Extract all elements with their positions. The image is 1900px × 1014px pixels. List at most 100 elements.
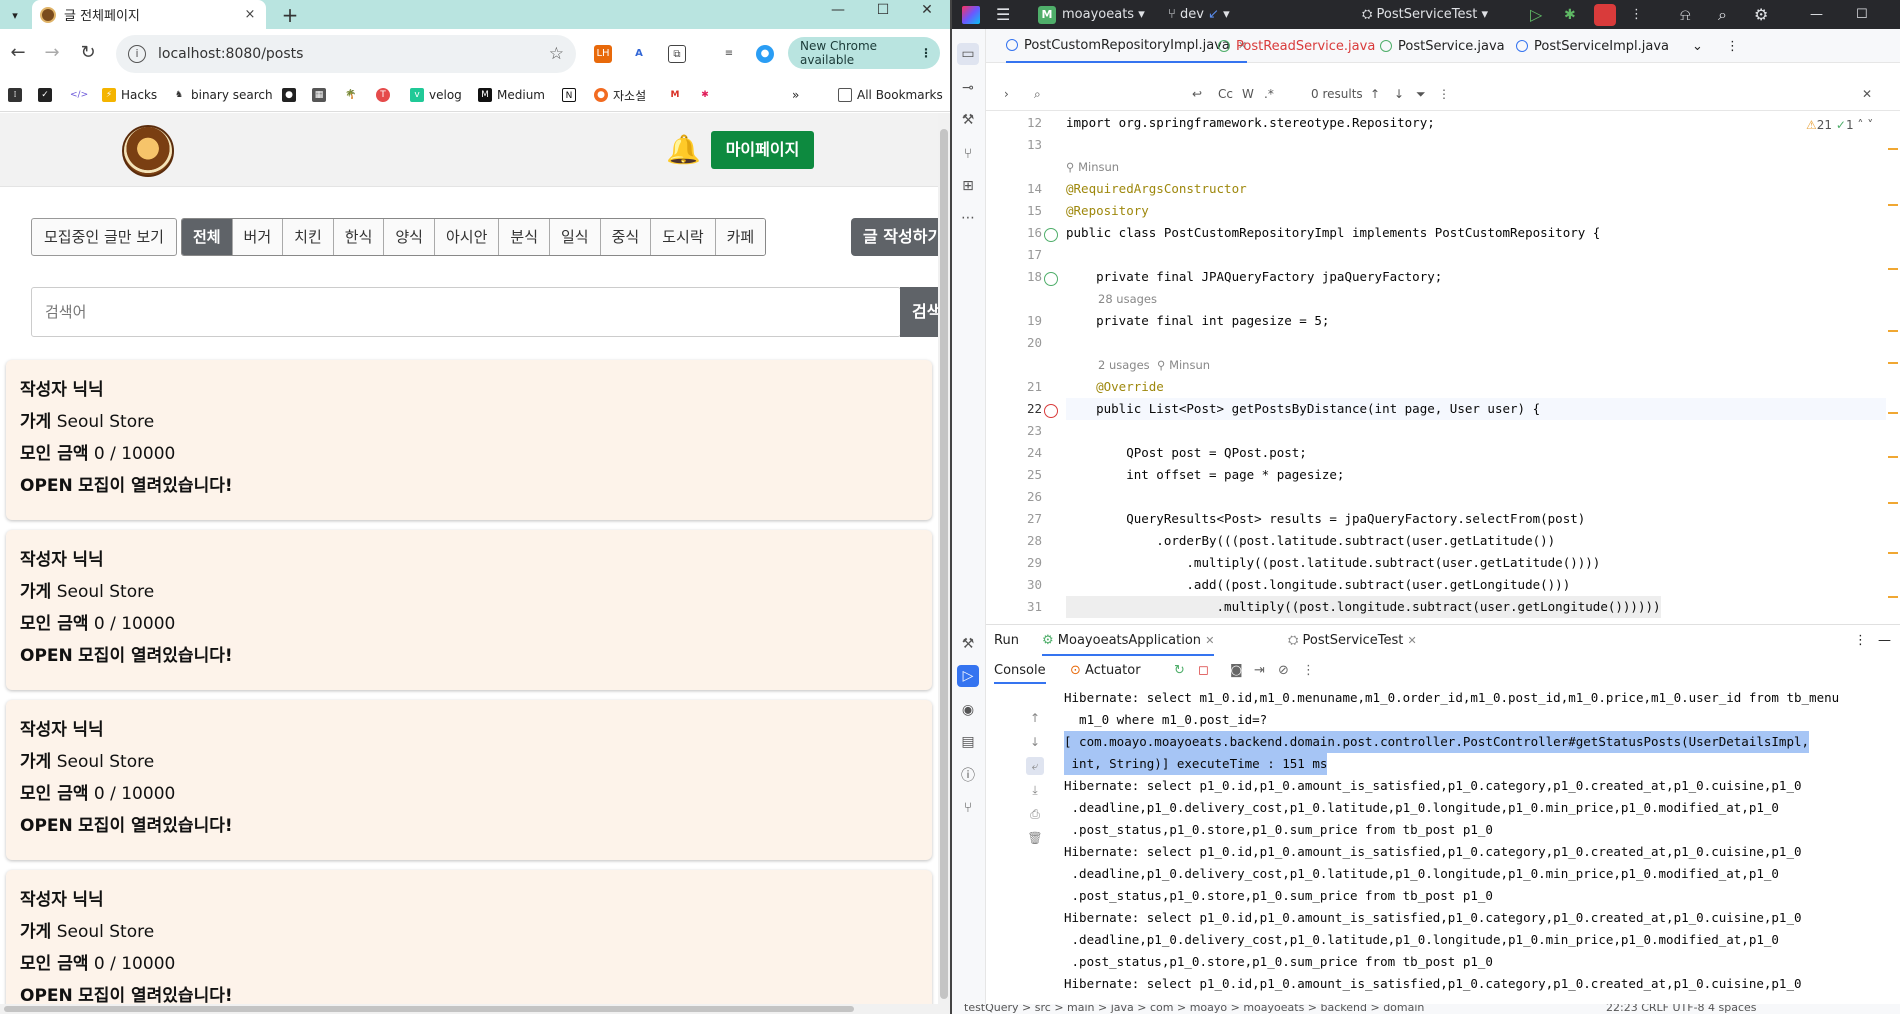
search-button[interactable]: 검색 (900, 287, 938, 337)
scrollbar-thumb[interactable] (940, 129, 948, 999)
run-tab-postservicetest[interactable]: ⛭ PostServiceTest ✕ (1288, 633, 1417, 648)
site-info-icon[interactable]: i (128, 45, 146, 63)
more-tools-icon[interactable]: ⋯ (957, 207, 979, 229)
post-card[interactable]: 작성자 닉닉 가게 Seoul Store 모인 금액 0 / 10000 OP… (6, 530, 932, 690)
add-user-icon[interactable]: ⍾ (1680, 4, 1691, 25)
next-match-icon[interactable]: ↓ (1394, 87, 1404, 101)
more-actions-icon[interactable]: ⋮ (1630, 4, 1643, 25)
category-japanese[interactable]: 일식 (550, 219, 601, 255)
category-burger[interactable]: 버거 (232, 219, 284, 255)
find-history-icon[interactable]: ↩ (1192, 87, 1202, 101)
file-tab-postserviceimpl[interactable]: PostServiceImpl.java (1516, 29, 1669, 63)
browser-tab[interactable]: 글 전체페이지 × (32, 0, 266, 29)
run-tool-icon[interactable]: ▷ (957, 665, 979, 687)
search-icon[interactable]: ⌕ (1718, 4, 1727, 25)
profile-avatar-icon[interactable]: ● (756, 45, 774, 63)
find-search-icon[interactable]: ⌕ (1034, 87, 1041, 102)
hammer-icon[interactable]: ⚒ (957, 109, 979, 131)
page-horizontal-scrollbar[interactable] (0, 1004, 938, 1014)
bookmark-medium[interactable]: M Medium (478, 86, 545, 104)
write-post-button[interactable]: 글 작성하기 (851, 218, 938, 256)
category-snack[interactable]: 분식 (499, 219, 550, 255)
tab-close-icon[interactable]: × (242, 7, 258, 22)
notification-bell-icon[interactable]: 🔔 (666, 133, 701, 166)
post-card[interactable]: 작성자 닉닉 가게 Seoul Store 모인 금액 0 / 10000 OP… (6, 870, 932, 1014)
find-expand-icon[interactable]: › (1004, 87, 1009, 101)
close-find-icon[interactable]: ✕ (1862, 87, 1872, 101)
reading-list-icon[interactable]: ≡ (720, 45, 738, 63)
site-logo[interactable] (122, 125, 174, 177)
run-tab-moayoeatsapplication[interactable]: ⚙ MoayoeatsApplication ✕ (1042, 633, 1215, 656)
gmail-icon[interactable]: M (668, 86, 687, 104)
project-folder-icon[interactable]: ▭ (957, 43, 979, 65)
run-config-selector[interactable]: ⛭ PostServiceTest ▾ (1362, 4, 1488, 25)
stop-icon[interactable]: ◻ (1198, 663, 1209, 678)
category-asian[interactable]: 아시안 (434, 219, 500, 255)
page-scrollbar[interactable] (938, 113, 950, 1014)
implementation-gutter-icon[interactable] (1044, 228, 1058, 242)
category-korean[interactable]: 한식 (333, 219, 385, 255)
bookmark-star-icon[interactable]: ☆ (549, 44, 564, 64)
bookmark-icon[interactable]: ✓ (38, 86, 57, 104)
filter-icon[interactable]: ⏷ (1416, 87, 1426, 102)
minimize-icon[interactable]: — (1810, 4, 1823, 25)
override-gutter-icon[interactable] (1044, 404, 1058, 418)
search-input[interactable]: 검색어 (31, 287, 901, 337)
github-icon[interactable]: ● (282, 86, 301, 104)
camera-icon[interactable]: ◙ (1230, 663, 1243, 678)
recruit-only-button[interactable]: 모집중인 글만 보기 (31, 218, 177, 256)
bookmark-icon[interactable]: ▦ (312, 86, 331, 104)
update-chip[interactable]: New Chrome available ⋮ (788, 37, 940, 69)
rerun-icon[interactable]: ↻ (1174, 663, 1185, 678)
commit-icon[interactable]: ⊸ (957, 77, 979, 99)
bean-gutter-icon[interactable] (1044, 272, 1058, 286)
extension-icon[interactable]: LH (594, 45, 612, 63)
back-icon[interactable]: ← (6, 42, 30, 66)
extensions-puzzle-icon[interactable]: ⧉ (668, 45, 686, 63)
file-tab-postreadservice[interactable]: PostReadService.java (1218, 29, 1375, 63)
console-more-icon[interactable]: ⋮ (1302, 663, 1315, 678)
category-chinese[interactable]: 중식 (600, 219, 652, 255)
editor-scrollbar[interactable] (1886, 112, 1900, 624)
tab-list-chevron-icon[interactable]: ⌄ (1692, 29, 1703, 63)
category-chicken[interactable]: 치킨 (283, 219, 334, 255)
project-selector[interactable]: Mmoayoeats ▾ (1038, 4, 1145, 25)
previous-match-icon[interactable]: ↑ (1370, 87, 1380, 101)
address-bar[interactable]: i localhost:8080/posts ☆ (116, 35, 576, 73)
menu-dots-icon[interactable]: ⋮ (920, 46, 932, 60)
post-card[interactable]: 작성자 닉닉 가게 Seoul Store 모인 금액 0 / 10000 OP… (6, 700, 932, 860)
run-hide-icon[interactable]: — (1878, 633, 1891, 648)
bookmark-jasoseol[interactable]: ● 자소설 (594, 86, 646, 104)
whole-words-toggle[interactable]: W (1242, 87, 1254, 101)
console-output[interactable]: Hibernate: select m1_0.id,m1_0.menuname,… (1058, 687, 1888, 997)
post-card[interactable]: 작성자 닉닉 가게 Seoul Store 모인 금액 0 / 10000 OP… (6, 360, 932, 520)
terminal-icon[interactable]: ▤ (957, 731, 979, 753)
actuator-tab[interactable]: ⊙ Actuator (1070, 663, 1141, 678)
scrollbar-thumb[interactable] (4, 1006, 854, 1012)
new-tab-button[interactable]: + (278, 3, 302, 27)
bookmark-velog[interactable]: v velog (410, 86, 462, 104)
status-right[interactable]: 22:23 CRLF UTF-8 4 spaces (1606, 1004, 1757, 1014)
file-tab-postcustomrepositoryimpl[interactable]: PostCustomRepositoryImpl.java ✕ (1006, 29, 1248, 63)
bookmark-icon[interactable]: </> (70, 86, 89, 104)
screenshot-icon[interactable]: ⊘ (1278, 663, 1289, 678)
breadcrumb-path[interactable]: testQuery > src > main > java > com > mo… (964, 1004, 1424, 1014)
git-icon[interactable]: ⑂ (957, 797, 979, 819)
category-cafe[interactable]: 카페 (715, 219, 766, 255)
minimize-icon[interactable]: — (823, 2, 853, 18)
bookmark-icon[interactable]: 🌴 (344, 86, 363, 104)
soft-wrap-icon[interactable]: ⤶ (1026, 757, 1044, 775)
category-western[interactable]: 양식 (384, 219, 435, 255)
bookmark-hacks[interactable]: ⚡ Hacks (102, 86, 157, 104)
problems-icon[interactable]: ⓘ (957, 765, 979, 787)
scroll-to-end-icon[interactable]: ⤓ (1026, 781, 1044, 799)
scroll-down-icon[interactable]: ↓ (1026, 733, 1044, 751)
run-icon[interactable]: ▷ (1530, 4, 1542, 25)
code-area[interactable]: import org.springframework.stereotype.Re… (1066, 112, 1886, 624)
run-more-icon[interactable]: ⋮ (1854, 633, 1867, 648)
notion-icon[interactable]: N (562, 86, 581, 104)
build-icon[interactable]: ⚒ (957, 633, 979, 655)
category-all[interactable]: 전체 (181, 219, 233, 255)
all-bookmarks[interactable]: All Bookmarks (838, 86, 943, 104)
apps-grid-icon[interactable]: ⁞ (8, 86, 27, 104)
